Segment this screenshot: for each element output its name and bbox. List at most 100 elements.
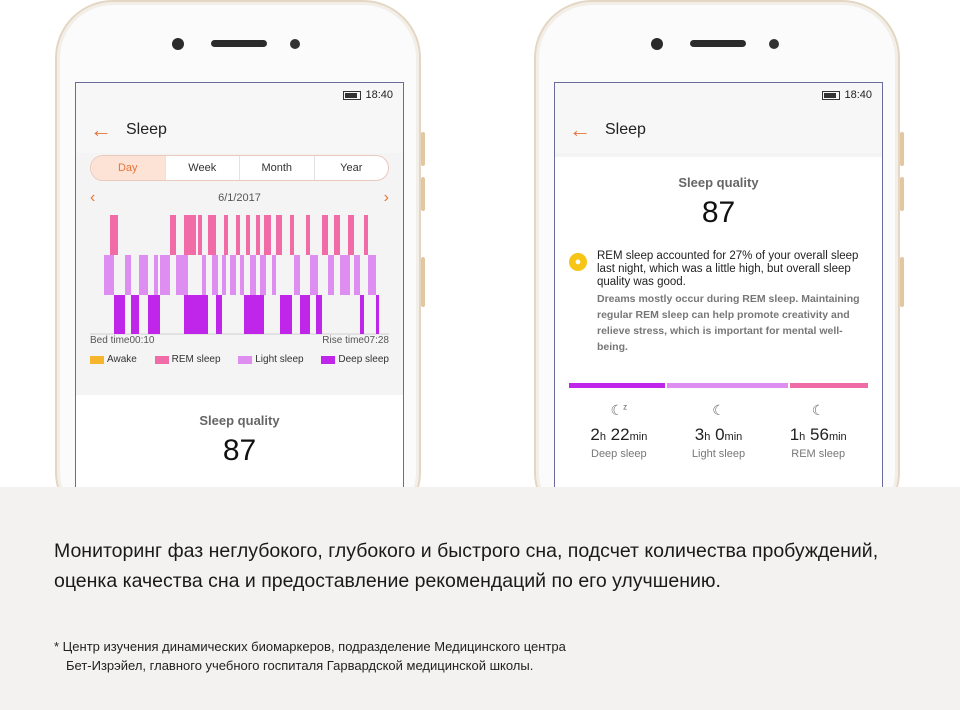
period-tabs: Day Week Month Year [90,155,389,181]
light-segment [294,255,300,295]
front-camera [769,39,779,49]
earpiece-speaker [690,40,746,47]
rem-segment [276,215,282,255]
rem-segment [290,215,294,255]
legend-swatch [238,355,253,364]
deep-segment [300,295,304,334]
light-segment [212,255,218,295]
volume-button [421,177,425,211]
tab-week[interactable]: Week [166,156,240,180]
sleep-stage-chart [90,215,389,335]
light-segment [340,255,350,295]
battery-icon [343,90,362,100]
rem-segment [110,215,116,255]
stage-name: Deep sleep [591,448,647,460]
light-segment [328,255,334,295]
screen-title: Sleep [605,121,646,138]
stage-duration: 2h 22min [590,425,648,444]
tab-day[interactable]: Day [91,156,166,180]
deep-segment [280,295,284,334]
bed-time: Bed time00:10 [90,335,155,346]
deep-segment [117,295,125,334]
deep-segment [304,295,310,334]
battery-icon [822,90,841,100]
light-segment [139,255,143,295]
back-arrow-icon[interactable]: ← [569,119,591,141]
stage-rem: ☾ 1h 56min REM sleep [768,402,868,460]
stage-name: REM sleep [791,448,846,460]
deep-segment [148,295,160,334]
lightbulb-icon: ● [569,253,587,271]
light-segment [176,255,180,295]
date-label: 6/1/2017 [218,192,261,204]
sleep-quality-card: Sleep quality 87 [76,395,403,487]
status-bar: 18:40 [76,83,403,107]
tab-year[interactable]: Year [315,156,389,180]
app-bar: ← Sleep [555,107,882,153]
sleep-day-screen: 18:40 ← Sleep Day Week Month Year ‹ 6/1/… [75,82,404,487]
quality-label: Sleep quality [199,413,280,428]
legend-swatch [321,355,336,364]
phone-right: 18:40 ← Sleep Sleep quality 87 ● REM sle… [534,0,904,487]
rem-segment [334,215,340,255]
rem-segment [264,215,268,255]
legend-swatch [154,355,169,364]
legend-label: REM sleep [171,354,221,365]
proximity-sensor [651,38,663,50]
deep-segment [184,295,208,334]
rem-segment [184,215,190,255]
tab-month[interactable]: Month [240,156,315,180]
rem-segment [322,215,328,255]
legend-label: Deep sleep [338,354,389,365]
bed-rise-times: Bed time00:10 Rise time07:28 [76,335,403,346]
rem-segment [236,215,240,255]
rem-segment [224,215,228,255]
deep-segment [360,295,364,334]
back-arrow-icon[interactable]: ← [90,119,112,141]
light-segment [154,255,158,295]
chevron-right-icon[interactable]: › [384,189,389,207]
light-segment [310,255,318,295]
tip-sub-text: Dreams mostly occur during REM sleep. Ma… [597,293,860,353]
stage-light: ☾ 3h 0min Light sleep [669,402,769,460]
volume-button [900,177,904,211]
earpiece-speaker [211,40,267,47]
rem-segment [246,215,250,255]
light-segment [354,255,360,295]
light-segment [143,255,148,295]
moon-icon: ☾ [712,402,725,418]
status-time: 18:40 [365,89,393,101]
quality-score: 87 [701,196,736,229]
light-segment [160,255,166,295]
sleep-detail-screen: 18:40 ← Sleep Sleep quality 87 ● REM sle… [554,82,883,487]
quality-label: Sleep quality [678,175,759,190]
deep-segment [131,295,139,334]
rem-segment [268,215,271,255]
light-segment [230,255,236,295]
rem-sleep-segment [789,383,868,388]
light-segment [166,255,170,295]
rem-segment [256,215,260,255]
feature-description: Мониторинг фаз неглубокого, глубокого и … [54,540,879,592]
rem-segment [190,215,196,255]
light-segment [104,255,114,295]
status-time: 18:40 [844,89,872,101]
chevron-left-icon[interactable]: ‹ [90,189,95,207]
stage-duration: 1h 56min [789,425,847,444]
stage-durations: ☾z 2h 22min Deep sleep ☾ 3h 0min Light s… [555,402,882,460]
app-bar: ← Sleep [76,107,403,153]
rem-segment [170,215,176,255]
legend-swatch [90,355,104,364]
sleep-tip: ● REM sleep accounted for 27% of your ov… [555,250,882,355]
deep-segment [216,295,222,334]
sleep-stage-svg [90,215,389,335]
quality-score: 87 [222,434,257,467]
tip-body: REM sleep accounted for 27% of your over… [597,250,866,355]
status-bar: 18:40 [555,83,882,107]
light-segment [368,255,376,295]
deep-segment [284,295,292,334]
rem-segment [306,215,310,255]
sleep-quality-card: Sleep quality 87 ● REM sleep accounted f… [555,157,882,487]
stage-duration: 3h 0min [694,425,743,444]
deep-sleep-segment [569,383,665,388]
